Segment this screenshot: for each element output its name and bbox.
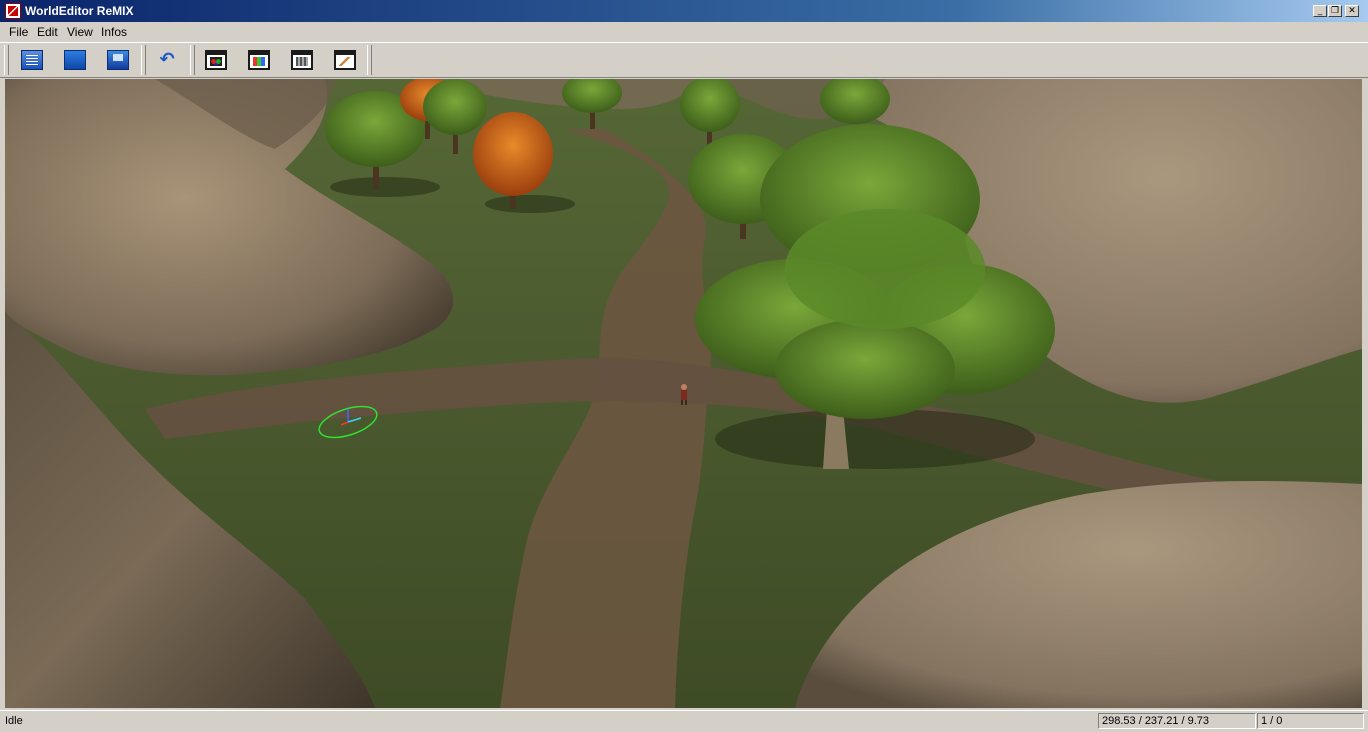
window-button-3[interactable]	[287, 47, 317, 75]
3d-viewport[interactable]	[5, 79, 1362, 708]
toolbar-separator	[190, 45, 195, 75]
toolbar-separator	[141, 45, 146, 75]
app-logo-icon	[5, 3, 21, 19]
grid-window-icon	[291, 50, 313, 70]
menu-infos[interactable]: Infos	[101, 25, 127, 39]
folder-icon	[64, 50, 86, 70]
terrain-scene	[5, 79, 1362, 708]
window-title: WorldEditor ReMIX	[25, 4, 134, 18]
window-button-1[interactable]	[201, 47, 231, 75]
texture-window-icon	[248, 50, 270, 70]
menu-file[interactable]: File	[9, 25, 28, 39]
status-text: Idle	[5, 715, 23, 727]
save-button[interactable]	[103, 47, 133, 75]
restore-button[interactable]: ❐	[1328, 5, 1342, 17]
toolbar-grip[interactable]	[4, 45, 9, 75]
document-icon	[21, 50, 43, 70]
menu-bar: File Edit View Infos	[0, 22, 1368, 42]
brush-window-icon	[334, 50, 356, 70]
title-bar: WorldEditor ReMIX _ ❐ ✕	[0, 0, 1368, 22]
menu-view[interactable]: View	[67, 25, 93, 39]
status-bar: Idle 298.53 / 237.21 / 9.73 1 / 0	[0, 710, 1368, 732]
minimize-button[interactable]: _	[1313, 5, 1327, 17]
toolbar-separator	[367, 45, 372, 75]
toolbar: ↶	[0, 42, 1368, 78]
open-button[interactable]	[60, 47, 90, 75]
monitor-save-icon	[107, 50, 129, 70]
undo-arrow-icon: ↶	[159, 49, 175, 70]
undo-button[interactable]: ↶	[152, 47, 182, 75]
close-button[interactable]: ✕	[1345, 5, 1359, 17]
menu-edit[interactable]: Edit	[37, 25, 58, 39]
coordinates-panel: 298.53 / 237.21 / 9.73	[1098, 713, 1256, 729]
new-button[interactable]	[17, 47, 47, 75]
window-button-4[interactable]	[330, 47, 360, 75]
counter-panel: 1 / 0	[1257, 713, 1364, 729]
palette-window-icon	[205, 50, 227, 70]
window-button-2[interactable]	[244, 47, 274, 75]
